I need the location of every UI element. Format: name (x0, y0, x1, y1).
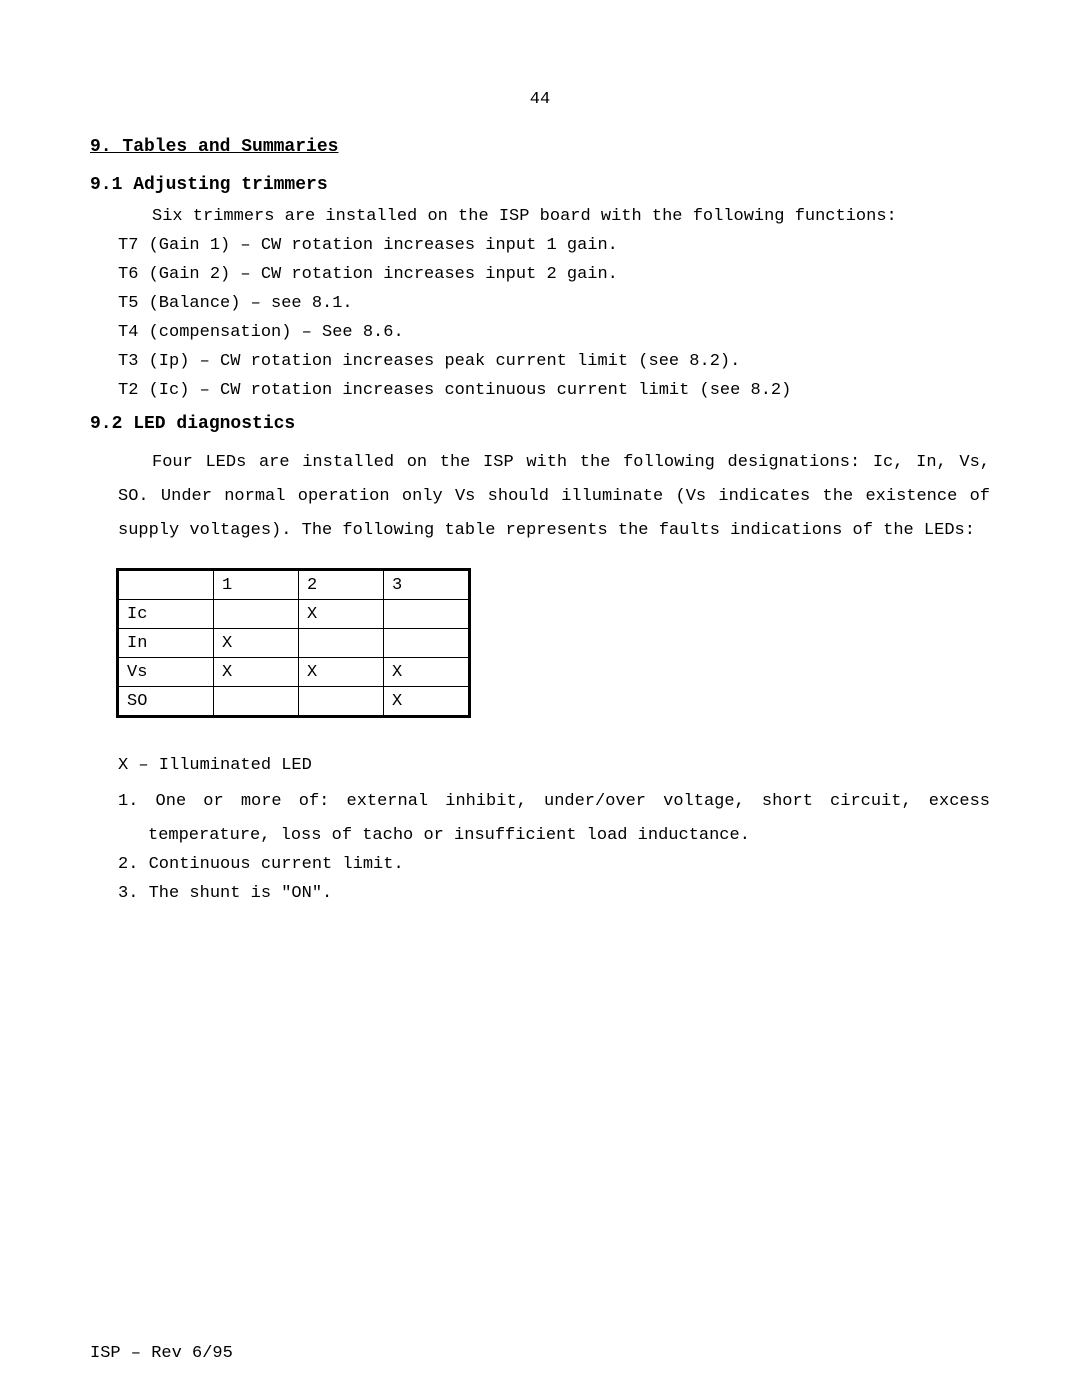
cell-ic-2: X (299, 600, 384, 629)
note-2: 2. Continuous current limit. (118, 855, 990, 874)
trimmer-t6: T6 (Gain 2) – CW rotation increases inpu… (118, 265, 990, 284)
footer-text: ISP – Rev 6/95 (90, 1344, 233, 1363)
note-1: 1. One or more of: external inhibit, und… (118, 785, 990, 853)
trimmer-t2: T2 (Ic) – CW rotation increases continuo… (118, 381, 990, 400)
led-table: 1 2 3 Ic X In X Vs X X X SO X (118, 570, 469, 716)
heading-9: 9. Tables and Summaries (90, 137, 990, 157)
page-number: 44 (90, 90, 990, 109)
cell-so-2 (299, 687, 384, 716)
cell-vs-3: X (384, 658, 469, 687)
row-label-in: In (119, 629, 214, 658)
table-header-row: 1 2 3 (119, 571, 469, 600)
trimmer-t5: T5 (Balance) – see 8.1. (118, 294, 990, 313)
row-label-ic: Ic (119, 600, 214, 629)
table-row: Vs X X X (119, 658, 469, 687)
cell-vs-2: X (299, 658, 384, 687)
note-3: 3. The shunt is "ON". (118, 884, 990, 903)
table-row: In X (119, 629, 469, 658)
trimmer-t7: T7 (Gain 1) – CW rotation increases inpu… (118, 236, 990, 255)
trimmer-t4: T4 (compensation) – See 8.6. (118, 323, 990, 342)
cell-so-1 (214, 687, 299, 716)
trimmer-t3: T3 (Ip) – CW rotation increases peak cur… (118, 352, 990, 371)
table-row: Ic X (119, 600, 469, 629)
table-header-3: 3 (384, 571, 469, 600)
table-legend: X – Illuminated LED (118, 756, 990, 775)
cell-vs-1: X (214, 658, 299, 687)
section-9-2-paragraph: Four LEDs are installed on the ISP with … (118, 446, 990, 548)
cell-in-1: X (214, 629, 299, 658)
cell-ic-1 (214, 600, 299, 629)
row-label-so: SO (119, 687, 214, 716)
table-header-blank (119, 571, 214, 600)
table-header-1: 1 (214, 571, 299, 600)
table-header-2: 2 (299, 571, 384, 600)
section-9-1-intro: Six trimmers are installed on the ISP bo… (152, 207, 990, 226)
row-label-vs: Vs (119, 658, 214, 687)
heading-9-1: 9.1 Adjusting trimmers (90, 175, 990, 195)
cell-in-3 (384, 629, 469, 658)
cell-in-2 (299, 629, 384, 658)
cell-so-3: X (384, 687, 469, 716)
page: 44 9. Tables and Summaries 9.1 Adjusting… (0, 0, 1080, 1397)
cell-ic-3 (384, 600, 469, 629)
heading-9-2: 9.2 LED diagnostics (90, 414, 990, 434)
table-row: SO X (119, 687, 469, 716)
